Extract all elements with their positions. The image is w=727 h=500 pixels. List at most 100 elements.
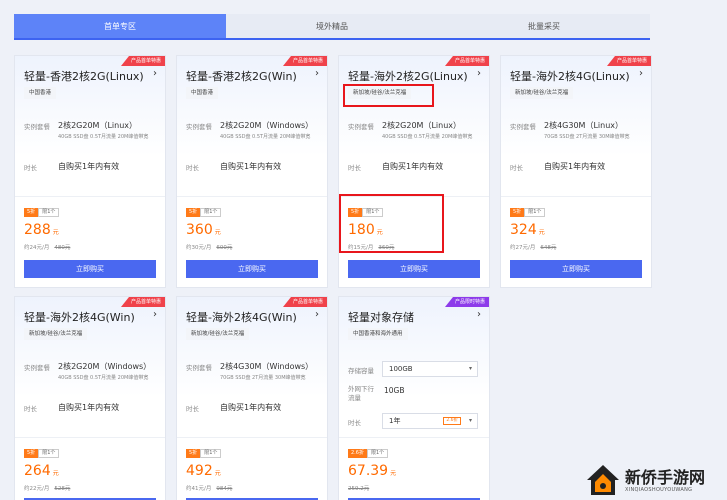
product-card-object-storage: 产品限时特惠 轻量对象存储 › 中国香港和海外通用 存储容量 100GB ▾ 外网… — [338, 296, 490, 500]
divider — [15, 196, 165, 197]
discount-badge: 5折 — [186, 208, 201, 217]
monthly-price: 约41元/月 — [186, 486, 212, 492]
discount-badge: 5折 — [24, 449, 39, 458]
limit-badge: 限1个 — [38, 208, 60, 217]
promo-ribbon: 产品首单特惠 — [282, 297, 327, 307]
promo-ribbon: 产品首单特惠 — [606, 56, 651, 66]
spec-label: 实例套餐 — [24, 123, 50, 131]
price: 288 元 — [24, 222, 59, 238]
term-value: 自购买1年内有效 — [58, 162, 120, 171]
term-select[interactable]: 1年 2.6折 ▾ — [382, 413, 478, 429]
product-title[interactable]: 轻量对象存储 — [348, 309, 414, 325]
spec-label: 实例套餐 — [510, 123, 536, 131]
tab-bulk[interactable]: 批量采买 — [438, 14, 650, 38]
site-watermark: 新侨手游网 XINQIAOSHOUYOUWANG — [583, 462, 725, 498]
term-value: 1年 — [389, 417, 401, 425]
chevron-right-icon[interactable]: › — [153, 309, 157, 320]
watermark-subtitle: XINQIAOSHOUYOUWANG — [625, 487, 693, 493]
chevron-right-icon[interactable]: › — [639, 68, 643, 79]
discount-badge: 2.6折 — [348, 449, 367, 458]
price-unit: 元 — [52, 229, 59, 236]
limit-badge: 限1个 — [200, 449, 222, 458]
buy-now-button[interactable]: 立即购买 — [24, 260, 156, 278]
original-price: 259.2元 — [348, 486, 370, 492]
price-per-month: 约41元/月 984元 — [186, 484, 232, 492]
buy-now-button[interactable]: 立即购买 — [348, 260, 480, 278]
original-price: 360元 — [378, 245, 395, 251]
price-value: 288 — [24, 222, 51, 238]
original-price: 600元 — [216, 245, 233, 251]
divider — [177, 196, 327, 197]
price-per-month: 约15元/月 360元 — [348, 243, 394, 251]
discount-tags: 5折 限1个 — [24, 208, 60, 217]
spec-value: 2核2G20M（Windows） — [220, 121, 314, 130]
region-tag: 中国香港 — [24, 87, 57, 99]
promo-ribbon: 产品首单特惠 — [120, 297, 165, 307]
chevron-right-icon[interactable]: › — [477, 309, 481, 320]
price-per-month: 约27元/月 648元 — [510, 243, 556, 251]
capacity-label: 存储容量 — [348, 367, 374, 375]
discount-tags: 5折 限1个 — [186, 449, 222, 458]
chevron-right-icon[interactable]: › — [153, 68, 157, 79]
monthly-price: 约22元/月 — [24, 486, 50, 492]
product-title[interactable]: 轻量-香港2核2G(Linux) — [24, 68, 144, 84]
promo-ribbon: 产品首单特惠 — [444, 56, 489, 66]
product-card-overseas-2c2g-linux: 产品首单特惠 轻量-海外2核2G(Linux) › 新加坡/硅谷/法兰克福 实例… — [338, 55, 490, 288]
spec-detail: 40GB SSD盘 0.5T月流量 20M峰值带宽 — [58, 134, 149, 140]
discount-tags: 5折 限1个 — [186, 208, 222, 217]
spec-detail: 70GB SSD盘 2T月流量 30M峰值带宽 — [220, 375, 306, 381]
chevron-down-icon: ▾ — [468, 417, 472, 424]
spec-detail: 70GB SSD盘 2T月流量 30M峰值带宽 — [544, 134, 630, 140]
term-discount-badge: 2.6折 — [443, 417, 461, 425]
price-per-month: 约24元/月 480元 — [24, 243, 70, 251]
spec-value: 2核4G30M（Linux） — [544, 121, 624, 130]
price-unit: 元 — [538, 229, 545, 236]
product-title[interactable]: 轻量-海外2核4G(Win) — [186, 309, 297, 325]
original-price: 984元 — [216, 486, 233, 492]
price: 67.39 元 — [348, 463, 396, 479]
spec-label: 实例套餐 — [186, 364, 212, 372]
product-title[interactable]: 轻量-海外2核2G(Linux) — [348, 68, 468, 84]
watermark-logo-icon — [587, 465, 619, 495]
spec-value: 2核2G20M（Linux） — [382, 121, 462, 130]
limit-badge: 限1个 — [524, 208, 546, 217]
buy-now-button[interactable]: 立即购买 — [186, 260, 318, 278]
promo-ribbon: 产品限时特惠 — [444, 297, 489, 307]
product-title[interactable]: 轻量-海外2核4G(Linux) — [510, 68, 630, 84]
product-title[interactable]: 轻量-海外2核4G(Win) — [24, 309, 135, 325]
term-label: 时长 — [510, 164, 523, 172]
price-value: 180 — [348, 222, 375, 238]
spec-label: 实例套餐 — [24, 364, 50, 372]
limit-badge: 限1个 — [362, 208, 384, 217]
price-value: 67.39 — [348, 463, 389, 479]
spec-value: 2核2G20M（Linux） — [58, 121, 138, 130]
tab-first-order[interactable]: 首单专区 — [14, 14, 226, 38]
promo-ribbon: 产品首单特惠 — [120, 56, 165, 66]
term-label: 时长 — [186, 164, 199, 172]
term-value: 自购买1年内有效 — [544, 162, 606, 171]
price-per-month: 约22元/月 528元 — [24, 484, 70, 492]
term-label: 时长 — [186, 405, 199, 413]
product-card-overseas-2c4g-win-b: 产品首单特惠 轻量-海外2核4G(Win) › 新加坡/硅谷/法兰克福 实例套餐… — [176, 296, 328, 500]
term-label: 时长 — [348, 419, 361, 427]
chevron-right-icon[interactable]: › — [315, 68, 319, 79]
price-original: 259.2元 — [348, 484, 369, 492]
chevron-right-icon[interactable]: › — [477, 68, 481, 79]
region-tag: 新加坡/硅谷/法兰克福 — [186, 328, 250, 340]
capacity-value: 100GB — [389, 365, 413, 373]
price: 264 元 — [24, 463, 59, 479]
limit-badge: 限1个 — [38, 449, 60, 458]
tab-overseas[interactable]: 境外精品 — [226, 14, 438, 38]
limit-badge: 限1个 — [200, 208, 222, 217]
term-value: 自购买1年内有效 — [58, 403, 120, 412]
divider — [339, 196, 489, 197]
monthly-price: 约30元/月 — [186, 245, 212, 251]
region-tag: 新加坡/硅谷/法兰克福 — [348, 87, 412, 99]
chevron-right-icon[interactable]: › — [315, 309, 319, 320]
product-title[interactable]: 轻量-香港2核2G(Win) — [186, 68, 297, 84]
region-tag: 新加坡/硅谷/法兰克福 — [510, 87, 574, 99]
capacity-select[interactable]: 100GB ▾ — [382, 361, 478, 377]
buy-now-button[interactable]: 立即购买 — [510, 260, 642, 278]
spec-detail: 40GB SSD盘 0.5T月流量 20M峰值带宽 — [220, 134, 311, 140]
term-value: 自购买1年内有效 — [220, 403, 282, 412]
